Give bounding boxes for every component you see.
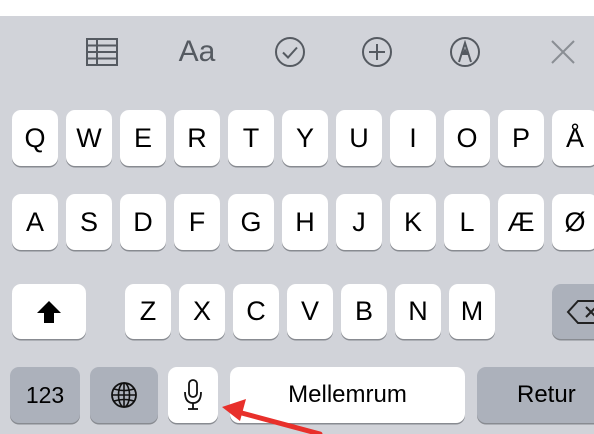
key-w[interactable]: W xyxy=(66,110,112,166)
key-label: D xyxy=(133,206,153,237)
key-label: U xyxy=(349,122,369,153)
key-label: H xyxy=(295,206,315,237)
key-label: R xyxy=(187,122,207,153)
key-k[interactable]: K xyxy=(390,194,436,250)
key-label: B xyxy=(354,296,373,326)
keyboard: QWE R T Y U I O P Å A S D F G H J K L ÆØ Z X C V B N M 123 Mell… xyxy=(0,88,594,434)
shift-arrow-icon xyxy=(37,300,61,323)
key-å[interactable]: Å xyxy=(552,110,594,166)
key-label: L xyxy=(459,206,475,237)
key-label: Y xyxy=(295,122,314,153)
key-label: Å xyxy=(565,122,584,153)
key-label: P xyxy=(511,122,530,153)
key-f[interactable]: F xyxy=(174,194,220,250)
shift-key[interactable] xyxy=(12,284,86,339)
return-key[interactable]: Retur xyxy=(477,367,594,423)
key-z[interactable]: Z xyxy=(125,284,171,339)
space-key-label: Mellemrum xyxy=(288,381,407,408)
numbers-key[interactable]: 123 xyxy=(10,367,80,423)
key-label: Q xyxy=(24,122,46,153)
key-b[interactable]: B xyxy=(341,284,387,339)
top-strip xyxy=(0,0,594,16)
key-ø[interactable]: Ø xyxy=(552,194,594,250)
key-label: G xyxy=(240,206,262,237)
markup-pen-icon[interactable] xyxy=(445,16,485,88)
key-label: N xyxy=(408,296,428,326)
key-t[interactable]: T xyxy=(228,110,274,166)
key-o[interactable]: O xyxy=(444,110,490,166)
key-e[interactable]: E xyxy=(120,110,166,166)
text-format-button[interactable]: Aa xyxy=(170,16,224,88)
microphone-icon xyxy=(184,379,202,410)
globe-icon xyxy=(111,382,137,408)
add-icon[interactable] xyxy=(357,16,397,88)
key-label: K xyxy=(403,206,422,237)
key-æ[interactable]: Æ xyxy=(498,194,544,250)
key-y[interactable]: Y xyxy=(282,110,328,166)
key-n[interactable]: N xyxy=(395,284,441,339)
key-u[interactable]: U xyxy=(336,110,382,166)
key-label: F xyxy=(188,206,206,237)
key-q[interactable]: Q xyxy=(12,110,58,166)
key-d[interactable]: D xyxy=(120,194,166,250)
key-g[interactable]: G xyxy=(228,194,274,250)
key-label: J xyxy=(352,206,366,237)
key-r[interactable]: R xyxy=(174,110,220,166)
key-m[interactable]: M xyxy=(449,284,495,339)
table-icon[interactable] xyxy=(82,16,122,88)
key-label: Æ xyxy=(507,206,535,237)
key-label: O xyxy=(456,122,478,153)
space-key[interactable]: Mellemrum xyxy=(230,367,465,423)
key-label: C xyxy=(246,296,266,326)
key-label: A xyxy=(25,206,44,237)
backspace-icon xyxy=(566,299,594,324)
text-format-label: Aa xyxy=(178,35,216,68)
key-label: E xyxy=(133,122,152,153)
key-label: X xyxy=(192,296,211,326)
key-label: T xyxy=(242,122,260,153)
keyboard-toolbar: Aa xyxy=(0,16,594,88)
key-label: S xyxy=(79,206,98,237)
numbers-key-label: 123 xyxy=(25,381,65,408)
key-p[interactable]: P xyxy=(498,110,544,166)
key-x[interactable]: X xyxy=(179,284,225,339)
key-i[interactable]: I xyxy=(390,110,436,166)
close-icon[interactable] xyxy=(546,16,580,88)
return-key-label: Retur xyxy=(517,381,576,408)
key-h[interactable]: H xyxy=(282,194,328,250)
key-c[interactable]: C xyxy=(233,284,279,339)
dictation-key[interactable] xyxy=(168,367,218,423)
globe-key[interactable] xyxy=(90,367,158,423)
key-l[interactable]: L xyxy=(444,194,490,250)
key-label: W xyxy=(76,122,102,153)
key-label: Z xyxy=(139,296,157,326)
key-v[interactable]: V xyxy=(287,284,333,339)
key-a[interactable]: A xyxy=(12,194,58,250)
key-label: M xyxy=(460,296,484,326)
key-label: V xyxy=(300,296,319,326)
key-label: Ø xyxy=(564,206,586,237)
key-s[interactable]: S xyxy=(66,194,112,250)
checklist-icon[interactable] xyxy=(270,16,310,88)
key-j[interactable]: J xyxy=(336,194,382,250)
key-label: I xyxy=(409,122,417,153)
backspace-key[interactable] xyxy=(552,284,594,339)
